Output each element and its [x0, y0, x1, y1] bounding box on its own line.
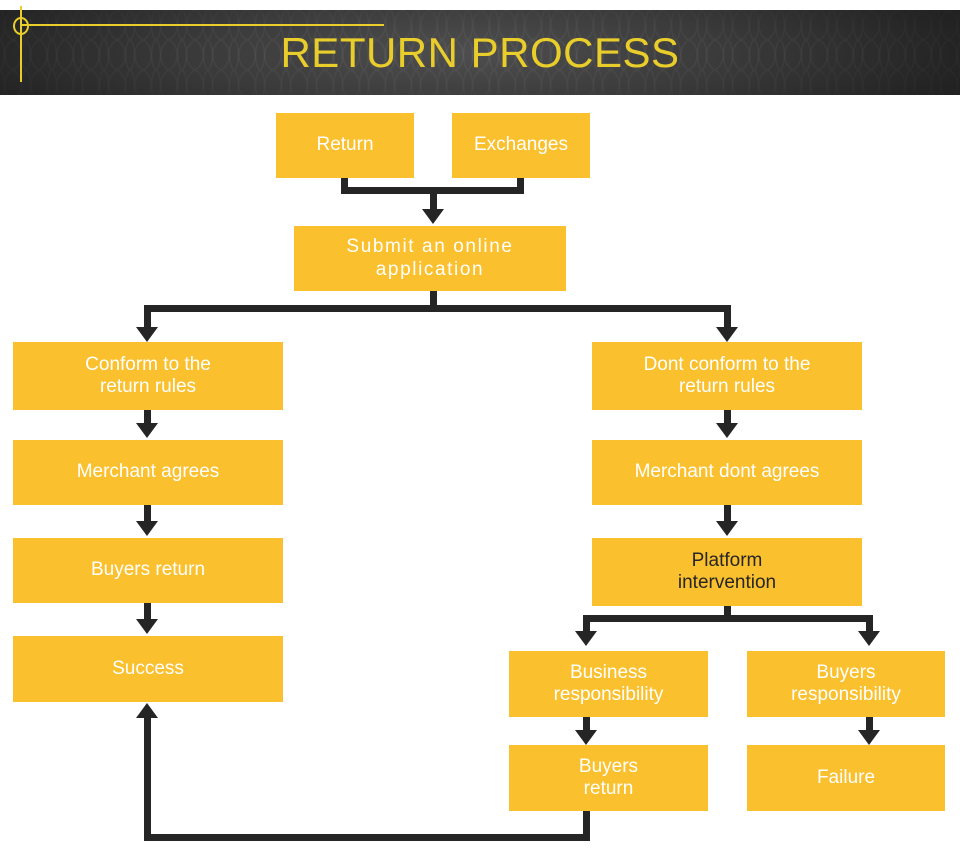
node-merchant-agrees-label: Merchant agrees: [76, 461, 220, 483]
buyers-return-right-line-2: return: [583, 778, 634, 799]
edge-merchant-agrees-down: [144, 505, 151, 521]
buyers-return-right-line-1: Buyers: [578, 755, 639, 777]
node-not-conform-rules[interactable]: Dont conform to the return rules: [592, 342, 862, 410]
arrow-to-submit-icon: [422, 209, 444, 224]
node-return-label: Return: [316, 134, 374, 156]
buyers-resp-line-1: Buyers: [816, 661, 876, 683]
submit-line-2: application: [375, 258, 485, 280]
arrow-to-conform-icon: [136, 327, 158, 342]
submit-line-1: Submit an online: [346, 236, 514, 258]
arrow-to-buyers-responsibility-icon: [858, 631, 880, 646]
arrow-to-merchant-dont-agrees-icon: [716, 423, 738, 438]
edge-split-bar: [144, 305, 731, 312]
node-submit-application[interactable]: Submit an online application: [294, 226, 566, 291]
node-buyers-responsibility-label: Buyers responsibility: [753, 662, 939, 707]
not-conform-line-1: Dont conform to the: [643, 353, 811, 375]
node-merchant-agrees[interactable]: Merchant agrees: [13, 440, 283, 505]
arrow-to-failure-icon: [858, 730, 880, 745]
page-title: RETURN PROCESS: [280, 28, 680, 76]
node-business-responsibility-label: Business responsibility: [515, 662, 702, 707]
node-return[interactable]: Return: [276, 113, 414, 178]
node-buyers-return-right[interactable]: Buyers return: [509, 745, 708, 811]
arrow-to-platform-icon: [716, 521, 738, 536]
node-conform-rules-label: Conform to the return rules: [19, 354, 277, 399]
arrow-to-buyers-return-left-icon: [136, 521, 158, 536]
arrow-to-buyers-return-right-icon: [575, 730, 597, 745]
arrow-loop-to-success-icon: [136, 703, 158, 718]
edge-buyers-return-left-down: [144, 603, 151, 619]
edge-business-resp-down: [583, 717, 590, 731]
node-conform-rules[interactable]: Conform to the return rules: [13, 342, 283, 410]
edge-loop-horizontal: [144, 834, 590, 841]
arrow-to-success-icon: [136, 619, 158, 634]
node-submit-application-label: Submit an online application: [300, 236, 560, 281]
edge-buyers-resp-down: [866, 717, 873, 731]
edge-loop-up: [144, 718, 151, 836]
arrow-to-not-conform-icon: [716, 327, 738, 342]
platform-line-1: Platform: [691, 549, 763, 571]
conform-line-2: return rules: [99, 376, 197, 397]
not-conform-line-2: return rules: [678, 376, 776, 397]
node-exchanges[interactable]: Exchanges: [452, 113, 590, 178]
node-not-conform-rules-label: Dont conform to the return rules: [598, 354, 856, 399]
edge-merchant-dont-agrees-down: [724, 505, 731, 521]
node-business-responsibility[interactable]: Business responsibility: [509, 651, 708, 717]
node-platform-intervention-label: Platform intervention: [598, 550, 856, 595]
node-success[interactable]: Success: [13, 636, 283, 702]
node-platform-intervention[interactable]: Platform intervention: [592, 538, 862, 606]
conform-line-1: Conform to the: [85, 353, 211, 375]
node-failure[interactable]: Failure: [747, 745, 945, 811]
node-merchant-dont-agrees-label: Merchant dont agrees: [634, 461, 820, 483]
node-failure-label: Failure: [816, 766, 876, 788]
arrow-to-business-responsibility-icon: [575, 631, 597, 646]
platform-line-2: intervention: [677, 572, 777, 593]
business-resp-line-1: Business: [569, 661, 648, 683]
node-merchant-dont-agrees[interactable]: Merchant dont agrees: [592, 440, 862, 505]
node-success-label: Success: [112, 657, 184, 679]
node-buyers-return-left-label: Buyers return: [90, 559, 206, 581]
flowchart-canvas: RETURN PROCESS Return Exchanges Submit a…: [0, 0, 960, 850]
arrow-to-merchant-agrees-icon: [136, 423, 158, 438]
business-resp-line-2: responsibility: [553, 684, 664, 705]
node-exchanges-label: Exchanges: [473, 134, 568, 156]
node-buyers-responsibility[interactable]: Buyers responsibility: [747, 651, 945, 717]
node-buyers-return-left[interactable]: Buyers return: [13, 538, 283, 603]
node-buyers-return-right-label: Buyers return: [515, 756, 702, 801]
buyers-resp-line-2: responsibility: [791, 684, 901, 705]
edge-platform-split-bar: [583, 615, 873, 622]
